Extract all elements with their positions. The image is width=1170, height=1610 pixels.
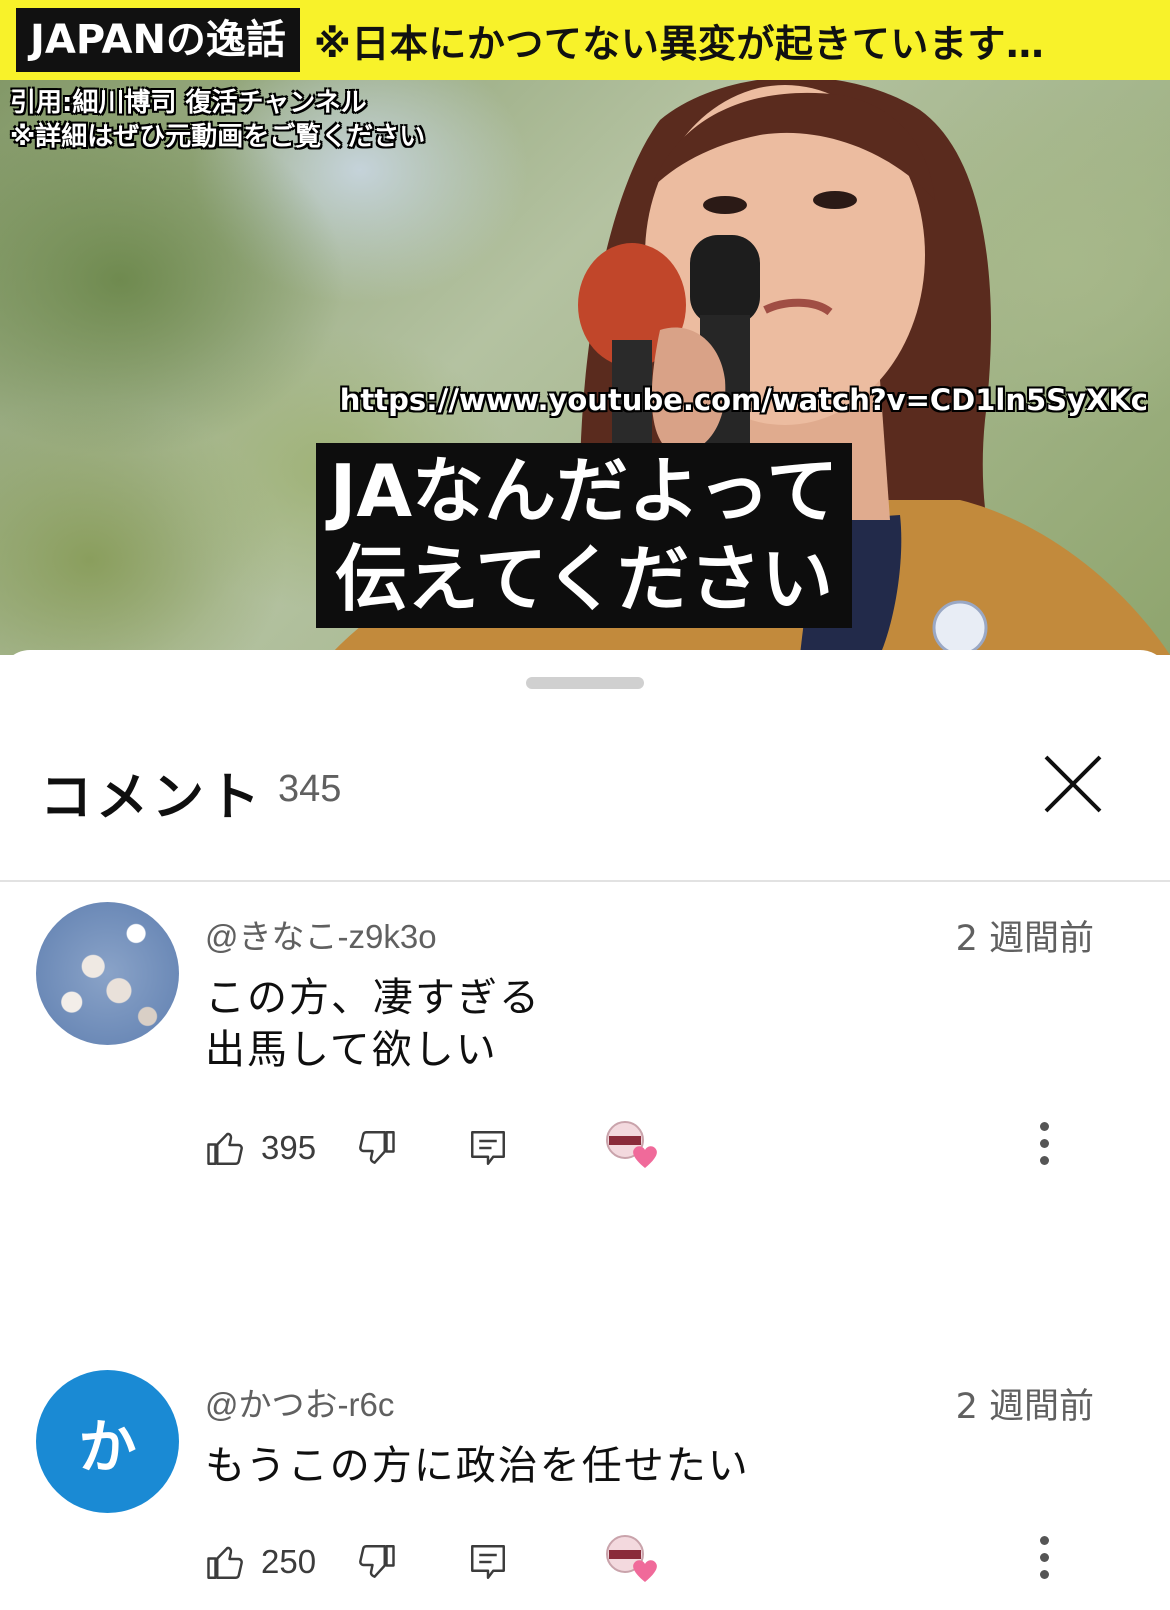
- avatar[interactable]: [36, 902, 179, 1045]
- caption-line: 伝えてください: [334, 537, 834, 621]
- dot: [1039, 1536, 1049, 1545]
- video-title-bar: JAPANの逸話 ※日本にかつてない異変が起きています…: [0, 0, 1170, 80]
- reply-icon: [471, 1131, 505, 1165]
- source-url-overlay: https://www.youtube.com/watch?v=CD1ln5Sy…: [339, 383, 1148, 417]
- reply-button[interactable]: [467, 1532, 509, 1592]
- comment-text: この方、凄すぎる 出馬して欲しい: [205, 975, 541, 1073]
- comment-actions: 395: [205, 1118, 1105, 1178]
- dislike-button[interactable]: [355, 1532, 397, 1592]
- comment-actions: 250: [205, 1532, 1105, 1592]
- like-count: 250: [261, 1543, 317, 1580]
- comment-time: 2 週間前: [955, 919, 1094, 959]
- dislike-button[interactable]: [355, 1118, 397, 1178]
- comment-time: 2 週間前: [955, 1387, 1094, 1427]
- drag-handle[interactable]: [526, 677, 644, 689]
- thumbs-down-icon: [359, 1545, 395, 1578]
- comment-author[interactable]: @きなこ-z9k3o: [205, 910, 437, 958]
- channel-label: JAPANの逸話: [16, 8, 300, 72]
- reply-button[interactable]: [467, 1118, 509, 1178]
- dot: [1039, 1156, 1049, 1165]
- more-options-button[interactable]: [1029, 1536, 1059, 1592]
- dot: [1039, 1122, 1049, 1131]
- caption-line: JAなんだよって: [329, 449, 839, 533]
- reply-icon: [471, 1545, 505, 1579]
- avatar[interactable]: か: [36, 1370, 179, 1513]
- credit-overlay: 引用:細川博司 復活チャンネル ※詳細はぜひ元動画をご覧ください: [10, 86, 425, 154]
- like-count: 395: [261, 1129, 317, 1166]
- subtitle-caption: JAなんだよって 伝えてください: [316, 443, 852, 628]
- thumbs-up-icon: [207, 1546, 243, 1579]
- video-title: ※日本にかつてない異変が起きています…: [313, 21, 1045, 66]
- dot: [1039, 1570, 1049, 1579]
- header-divider: [0, 880, 1170, 882]
- comments-sheet: コメント 345 @きなこ-z9k3o 2 週間前 この方、凄すぎる 出馬して欲…: [0, 650, 1170, 1610]
- close-icon: [1044, 755, 1102, 813]
- more-options-button[interactable]: [1029, 1122, 1059, 1178]
- thumbs-up-icon: [207, 1132, 243, 1165]
- video-player[interactable]: JAPANの逸話 ※日本にかつてない異変が起きています… 引用:細川博司 復活チ…: [0, 0, 1170, 655]
- creator-heart-badge: [603, 1532, 665, 1588]
- comment-author[interactable]: @かつお-r6c: [205, 1378, 394, 1426]
- like-button[interactable]: 250: [205, 1532, 316, 1592]
- dot: [1039, 1553, 1049, 1562]
- comment-text: もうこの方に政治を任せたい: [205, 1443, 750, 1489]
- comments-title: コメント: [40, 768, 265, 828]
- channel-avatar-heart-icon: [606, 1535, 657, 1582]
- like-button[interactable]: 395: [205, 1118, 316, 1178]
- comments-count: 345: [278, 768, 342, 810]
- credit-line: 引用:細川博司 復活チャンネル: [10, 88, 367, 118]
- credit-line: ※詳細はぜひ元動画をご覧ください: [10, 122, 426, 152]
- thumbs-down-icon: [359, 1131, 395, 1164]
- channel-avatar-heart-icon: [606, 1121, 657, 1168]
- creator-heart-badge: [603, 1118, 665, 1174]
- close-button[interactable]: [1040, 751, 1106, 817]
- dot: [1039, 1139, 1049, 1148]
